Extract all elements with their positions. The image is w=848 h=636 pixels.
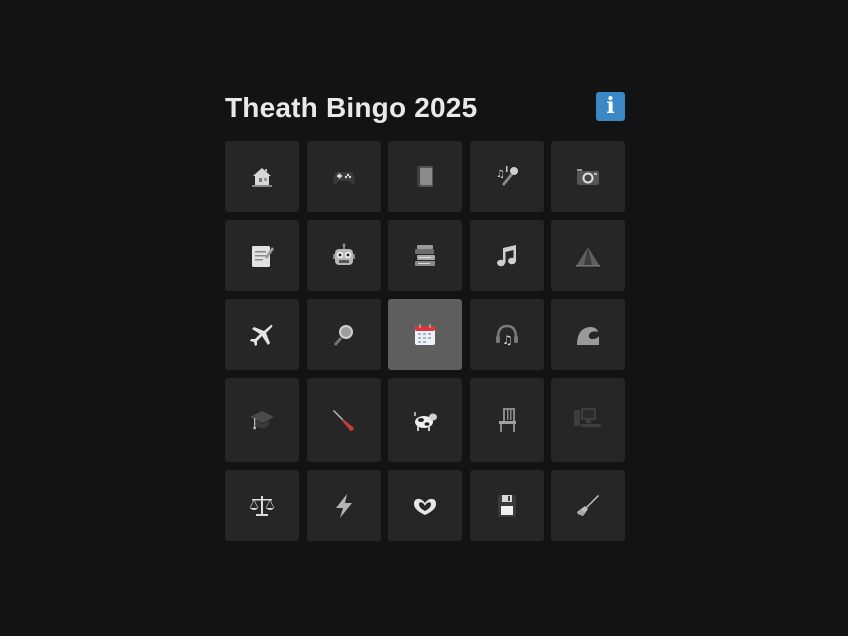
bingo-cell[interactable]: [551, 470, 625, 541]
header: Theath Bingo 2025 i: [225, 88, 625, 128]
desktop-computer-icon: [573, 406, 603, 434]
page-title: Theath Bingo 2025: [225, 92, 478, 123]
chair-icon: [495, 406, 519, 434]
graduation-cap-icon: [249, 407, 275, 433]
music-note-icon: [494, 243, 520, 269]
game-controller-icon: [331, 165, 357, 189]
book-icon: [413, 164, 437, 190]
bingo-cell[interactable]: [388, 299, 462, 370]
bingo-cell[interactable]: [551, 299, 625, 370]
robot-icon: [331, 243, 357, 269]
bingo-cell[interactable]: ♫: [470, 141, 544, 212]
bingo-cell[interactable]: [225, 220, 299, 291]
camera-icon: [574, 165, 602, 189]
bingo-cell[interactable]: [307, 299, 381, 370]
bingo-app: Theath Bingo 2025 i ♫ ♫: [225, 88, 625, 541]
microphone-icon: ♫: [493, 164, 521, 190]
floppy-disk-icon: [495, 493, 519, 519]
bingo-cell[interactable]: [225, 378, 299, 462]
bingo-cell[interactable]: [388, 141, 462, 212]
screwdriver-icon: [331, 407, 357, 433]
bingo-cell[interactable]: [388, 470, 462, 541]
calendar-icon: [412, 322, 438, 348]
memo-icon: [249, 243, 275, 269]
bingo-cell[interactable]: [551, 220, 625, 291]
bingo-cell[interactable]: [551, 141, 625, 212]
bingo-cell[interactable]: [307, 141, 381, 212]
heart-hands-icon: [411, 494, 439, 518]
bingo-cell[interactable]: [225, 470, 299, 541]
bingo-cell[interactable]: [388, 220, 462, 291]
bingo-cell[interactable]: [307, 220, 381, 291]
wave-icon: [575, 323, 601, 347]
magnifying-glass-icon: [331, 322, 357, 348]
bingo-cell[interactable]: [470, 470, 544, 541]
bingo-cell[interactable]: ♫: [470, 299, 544, 370]
books-icon: [412, 243, 438, 269]
headphones-icon: ♫: [494, 322, 520, 348]
bingo-cell[interactable]: [307, 470, 381, 541]
svg-text:♫: ♫: [502, 333, 513, 347]
bingo-cell[interactable]: [470, 220, 544, 291]
bingo-cell[interactable]: [307, 378, 381, 462]
bingo-cell[interactable]: [470, 378, 544, 462]
broom-icon: [575, 493, 601, 519]
lightning-icon: [332, 493, 356, 519]
airplane-icon: [249, 322, 275, 348]
house-icon: [250, 165, 274, 189]
cow-icon: [411, 407, 439, 433]
tent-icon: [575, 244, 601, 268]
bingo-cell[interactable]: [225, 141, 299, 212]
svg-text:♫: ♫: [496, 169, 505, 180]
balance-scale-icon: [248, 493, 276, 519]
bingo-cell[interactable]: [551, 378, 625, 462]
info-button[interactable]: i: [596, 92, 625, 121]
bingo-cell[interactable]: [225, 299, 299, 370]
bingo-cell[interactable]: [388, 378, 462, 462]
